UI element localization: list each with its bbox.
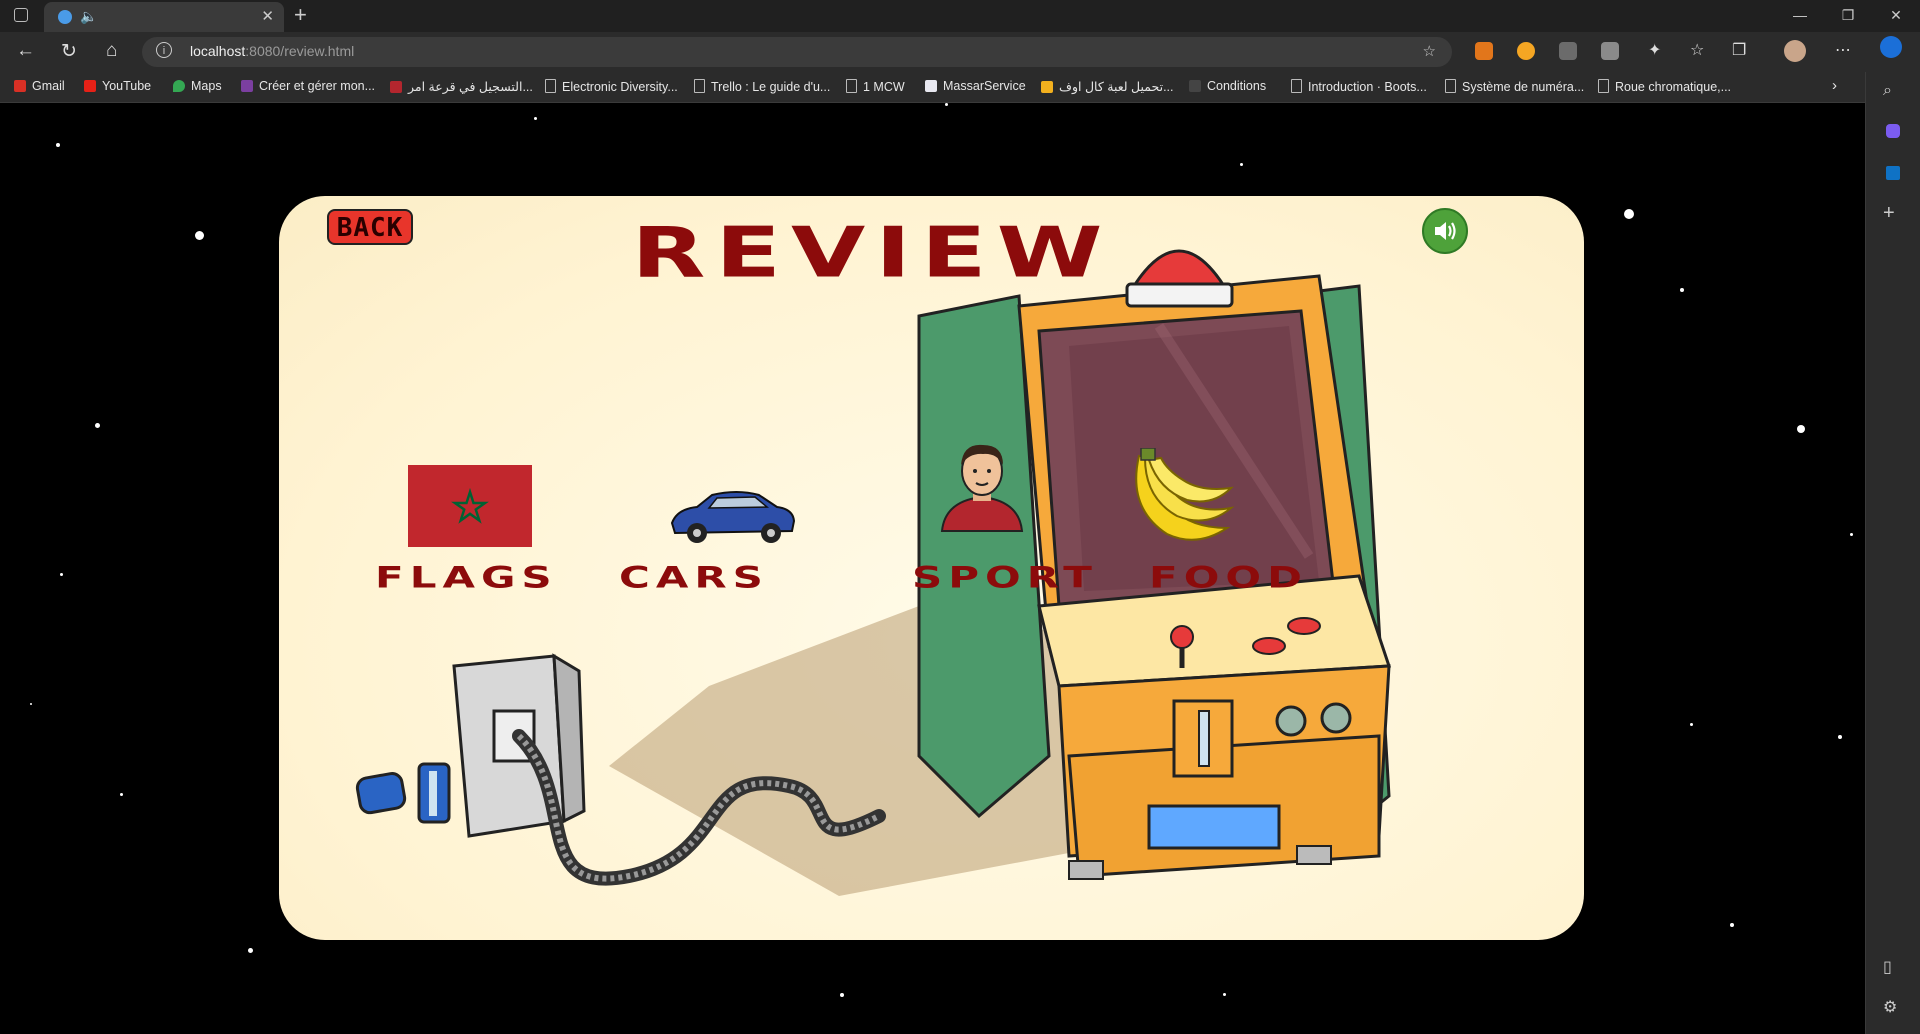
sport-category-image[interactable] (937, 439, 1027, 534)
star (945, 103, 948, 106)
address-bar[interactable]: i localhost:8080/review.html ☆ (142, 37, 1452, 67)
favorites-icon[interactable]: ☆ (1690, 40, 1704, 60)
outlook-icon[interactable] (1886, 166, 1900, 180)
extension-icon[interactable] (1601, 42, 1619, 60)
new-tab-button[interactable]: + (294, 2, 307, 28)
star (1690, 723, 1693, 726)
tab-actions-icon[interactable] (14, 8, 28, 22)
bing-icon[interactable] (1880, 36, 1902, 58)
minimize-button[interactable]: — (1776, 0, 1824, 32)
favorite-star-icon[interactable]: ☆ (1423, 42, 1436, 60)
star (1850, 533, 1853, 536)
back-nav-button[interactable]: ← (16, 40, 35, 62)
bookmark-roue[interactable]: Roue chromatique,... (1598, 79, 1731, 94)
bookmark-creer[interactable]: Créer et gérer mon... (241, 79, 375, 93)
morocco-flag-star-icon (451, 487, 489, 524)
bookmarks-bar: Gmail YouTube Maps Créer et gérer mon...… (0, 72, 1865, 103)
star (840, 993, 844, 997)
bookmark-massar[interactable]: MassarService (925, 79, 1026, 93)
search-icon[interactable]: ⌕ (1883, 82, 1892, 100)
profile-avatar[interactable] (1784, 40, 1806, 62)
tab-hangman[interactable]: 🔈 HANGMAN ✕ (44, 2, 428, 43)
star (1838, 735, 1842, 739)
restore-button[interactable]: ❐ (1824, 0, 1872, 32)
close-tab-icon[interactable]: ✕ (261, 7, 274, 25)
speaker-icon (1435, 222, 1456, 240)
window-controls: — ❐ ✕ (1776, 0, 1920, 32)
more-bookmarks-chevron-icon[interactable]: › (1832, 77, 1837, 94)
star (60, 573, 63, 576)
collections-icon[interactable]: ❐ (1732, 40, 1746, 60)
category-cars-label[interactable]: CARS (619, 560, 769, 594)
bookmark-bootstrap[interactable]: Introduction · Boots... (1291, 79, 1427, 94)
bookmark-gmail[interactable]: Gmail (14, 79, 65, 93)
star (1730, 923, 1734, 927)
star (1797, 425, 1805, 433)
info-icon[interactable]: i (156, 42, 172, 58)
category-food-label[interactable]: FOOD (1149, 560, 1308, 594)
bookmark-conditions[interactable]: Conditions (1189, 79, 1266, 93)
settings-gear-icon[interactable]: ⚙ (1883, 997, 1897, 1017)
star (56, 143, 60, 147)
metamask-extension-icon[interactable] (1475, 42, 1493, 60)
cars-category-image[interactable] (667, 481, 797, 551)
back-button[interactable]: BACK (327, 209, 413, 245)
star (534, 117, 537, 120)
bookmark-mcw[interactable]: 1 MCW (846, 79, 905, 94)
bookmark-arabic-1[interactable]: التسجيل في قرعة امر... (390, 79, 533, 94)
flags-category-image[interactable] (408, 465, 532, 547)
extensions-puzzle-icon[interactable]: ✦ (1648, 40, 1661, 60)
bookmark-maps[interactable]: Maps (173, 79, 222, 93)
extension-icon[interactable] (1517, 42, 1535, 60)
extension-icon[interactable] (1559, 42, 1577, 60)
edge-sidebar: ⌕ + ▯ ⚙ (1865, 36, 1920, 1034)
url-text[interactable]: localhost:8080/review.html (190, 43, 354, 59)
review-card: BACK REVIEW FLAGS CARS SPORT FOOD (279, 196, 1584, 940)
bookmark-systeme[interactable]: Système de numéra... (1445, 79, 1584, 94)
star (30, 703, 32, 705)
close-window-button[interactable]: ✕ (1872, 0, 1920, 32)
star (1223, 993, 1226, 996)
more-menu-icon[interactable]: ⋯ (1835, 40, 1851, 60)
navigation-toolbar: ← ↻ ⌂ i localhost:8080/review.html ☆ ✦ ☆… (0, 32, 1920, 72)
star (248, 948, 253, 953)
home-button[interactable]: ⌂ (106, 40, 117, 62)
site-favicon-icon (58, 10, 72, 24)
copilot-icon[interactable] (1886, 124, 1900, 138)
star (120, 793, 123, 796)
page-viewport: BACK REVIEW FLAGS CARS SPORT FOOD (0, 103, 1864, 1034)
speaker-icon[interactable]: 🔈 (80, 8, 97, 25)
star (1624, 209, 1634, 219)
star (1680, 288, 1684, 292)
bookmark-electronic[interactable]: Electronic Diversity... (545, 79, 678, 94)
bookmark-trello[interactable]: Trello : Le guide d'u... (694, 79, 830, 94)
sound-toggle-button[interactable] (1422, 208, 1468, 254)
tab-strip: 🔈 HANGMAN ✕ + — ❐ ✕ (0, 0, 1920, 43)
category-sport-label[interactable]: SPORT (912, 560, 1098, 594)
add-icon[interactable]: + (1883, 202, 1895, 225)
sidebar-toggle-icon[interactable]: ▯ (1883, 957, 1892, 977)
bookmark-arabic-2[interactable]: تحميل لعبة كال اوف... (1041, 79, 1173, 94)
star (95, 423, 100, 428)
refresh-button[interactable]: ↻ (61, 40, 77, 63)
page-title: REVIEW (631, 212, 1113, 294)
star (1240, 163, 1243, 166)
food-category-image[interactable] (1127, 448, 1237, 548)
bookmark-youtube[interactable]: YouTube (84, 79, 151, 93)
category-flags-label[interactable]: FLAGS (375, 560, 558, 594)
star (195, 231, 204, 240)
